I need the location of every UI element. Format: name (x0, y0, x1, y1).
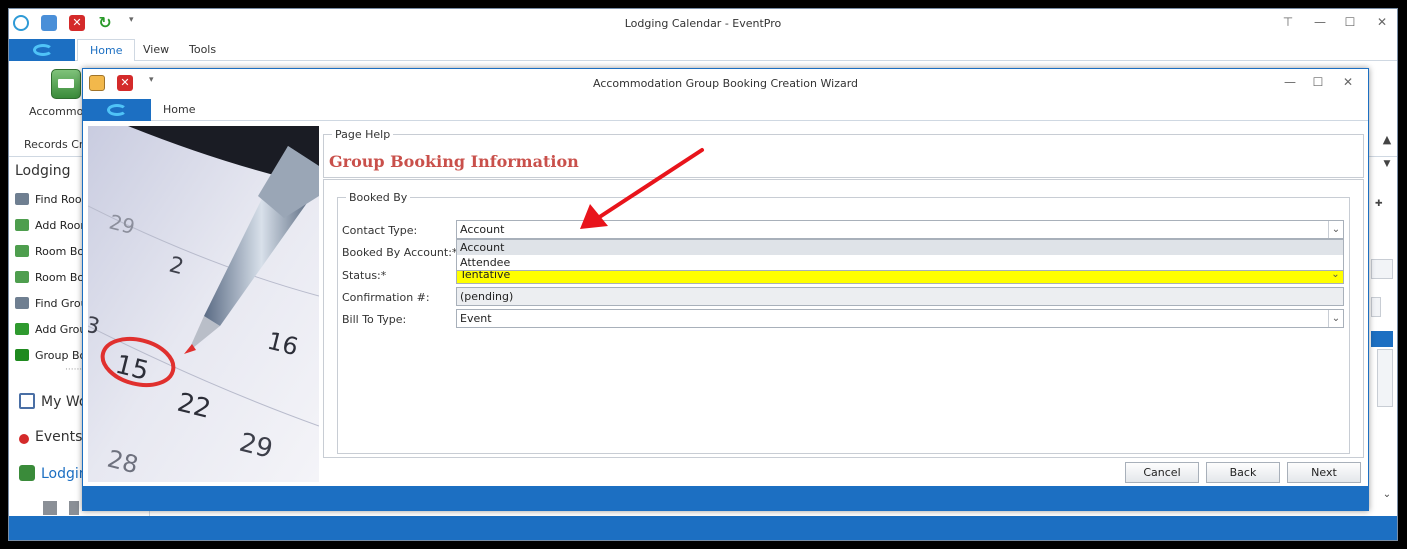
bill-to-type-label: Bill To Type: (342, 313, 407, 326)
contact-type-value: Account (460, 223, 505, 236)
nav-find-room[interactable]: Find Room (15, 189, 92, 211)
nav-find-group[interactable]: Find Grou (15, 293, 88, 315)
add-grid-icon (15, 323, 29, 335)
close-icon[interactable]: ✕ (1375, 15, 1389, 29)
nav-add-room[interactable]: Add Room (15, 215, 91, 237)
tab-tools[interactable]: Tools (177, 39, 228, 61)
chevron-down-icon[interactable]: ⌄ (1328, 310, 1343, 327)
nav-section-my-work[interactable]: My Wo (19, 393, 87, 410)
bed-icon (15, 245, 29, 257)
nav-add-group[interactable]: Add Grou (15, 319, 86, 341)
calendar-pen-illustration: 29 2 3 15 16 22 29 28 (88, 126, 319, 482)
nav-item-label: Add Grou (35, 323, 87, 336)
screen: ✕ ↻ ▾ Lodging Calendar - EventPro ⊤ — ☐ … (0, 0, 1407, 549)
accommodation-bed-icon[interactable] (51, 69, 81, 99)
confirmation-value: (pending) (460, 290, 514, 303)
wizard-status-bar (83, 486, 1368, 510)
side-combo[interactable] (1371, 259, 1393, 279)
side-scroll-down-icon[interactable]: ⌄ (1379, 489, 1395, 505)
contact-type-dropdown[interactable]: Account ⌄ (456, 220, 1344, 239)
contact-type-options-list: Account Attendee (456, 239, 1344, 271)
binoculars-icon (15, 297, 29, 309)
app-logo-icon (107, 104, 127, 116)
nav-section-label: My Wo (41, 394, 88, 410)
pin-icon[interactable]: ✚ (1375, 199, 1385, 209)
option-attendee[interactable]: Attendee (457, 255, 1343, 270)
ribbon-group-label: Records Cre (24, 138, 90, 151)
nav-header: Lodging (15, 163, 71, 179)
status-label: Status:* (342, 269, 387, 282)
grid-icon (15, 349, 29, 361)
booked-by-account-label: Booked By Account:* (342, 246, 458, 259)
maximize-icon[interactable]: ☐ (1343, 15, 1357, 29)
minimize-icon[interactable]: — (1313, 15, 1327, 29)
nav-section-events[interactable]: Events (19, 429, 82, 445)
calendar-pen-image: 29 2 3 15 16 22 29 28 (88, 126, 319, 482)
wizard-app-menu-button[interactable] (83, 99, 151, 121)
close-icon[interactable]: ✕ (1341, 75, 1355, 89)
side-dropdown-icon[interactable]: ▼ (1379, 159, 1395, 175)
confirmation-label: Confirmation #: (342, 291, 430, 304)
content-panel: Booked By Contact Type: Account ⌄ Accoun… (323, 179, 1364, 458)
wizard-titlebar: ✕ ▾ Accommodation Group Booking Creation… (83, 69, 1368, 97)
home-icon (19, 393, 35, 409)
nav-item-label: Find Grou (35, 297, 88, 310)
nav-section-label: Lodgin (41, 466, 88, 482)
bill-to-type-dropdown[interactable]: Event ⌄ (456, 309, 1344, 328)
ribbon-toggle-icon[interactable]: ⊤ (1281, 15, 1295, 29)
nav-room-booking-2[interactable]: Room Boo (15, 267, 91, 289)
main-window-title: Lodging Calendar - EventPro (624, 17, 782, 30)
confirmation-field: (pending) (456, 287, 1344, 306)
nav-room-booking-1[interactable]: Room Boo (15, 241, 91, 263)
side-scrollbar[interactable] (1377, 349, 1393, 407)
page-title: Group Booking Information (329, 152, 579, 171)
booked-by-group: Booked By Contact Type: Account ⌄ Accoun… (337, 191, 1350, 454)
app-logo-icon (33, 44, 53, 56)
tab-home[interactable]: Home (77, 39, 136, 62)
contact-type-label: Contact Type: (342, 224, 418, 237)
tab-view[interactable]: View (131, 39, 181, 61)
main-status-bar (9, 516, 1397, 540)
bed-icon (15, 271, 29, 283)
bed-icon (19, 465, 35, 481)
cancel-button[interactable]: Cancel (1125, 462, 1199, 483)
page-help-group: Page Help Group Booking Information (323, 128, 1364, 178)
next-button[interactable]: Next (1287, 462, 1361, 483)
building-icon[interactable] (43, 501, 57, 515)
main-ribbon-tabs: Home View Tools (9, 39, 1397, 62)
add-bed-icon (15, 219, 29, 231)
chevron-down-icon[interactable]: ⌄ (1328, 221, 1343, 238)
bill-to-type-value: Event (460, 312, 492, 325)
nav-section-label: Events (35, 429, 83, 445)
side-header-strip (1371, 331, 1393, 347)
nav-section-lodging[interactable]: Lodgin (19, 465, 88, 482)
page-help-caption: Page Help (332, 128, 394, 141)
main-titlebar: ✕ ↻ ▾ Lodging Calendar - EventPro ⊤ — ☐ … (9, 9, 1397, 39)
maximize-icon[interactable]: ☐ (1311, 75, 1325, 89)
side-scroll-up-icon[interactable]: ▲ (1379, 133, 1395, 149)
app-menu-button[interactable] (9, 39, 75, 61)
option-account[interactable]: Account (457, 240, 1343, 255)
binoculars-icon (15, 193, 29, 205)
wizard-tab-home[interactable]: Home (151, 99, 207, 121)
booking-wizard-dialog: ✕ ▾ Accommodation Group Booking Creation… (82, 68, 1369, 511)
wizard-ribbon-tabs: Home (83, 99, 1368, 121)
side-textbox[interactable] (1371, 297, 1381, 317)
booked-by-caption: Booked By (346, 191, 411, 204)
pushpin-icon (19, 434, 29, 444)
back-button[interactable]: Back (1206, 462, 1280, 483)
minimize-icon[interactable]: — (1283, 75, 1297, 89)
building-icon[interactable] (69, 501, 79, 515)
wizard-title: Accommodation Group Booking Creation Wiz… (592, 77, 859, 90)
